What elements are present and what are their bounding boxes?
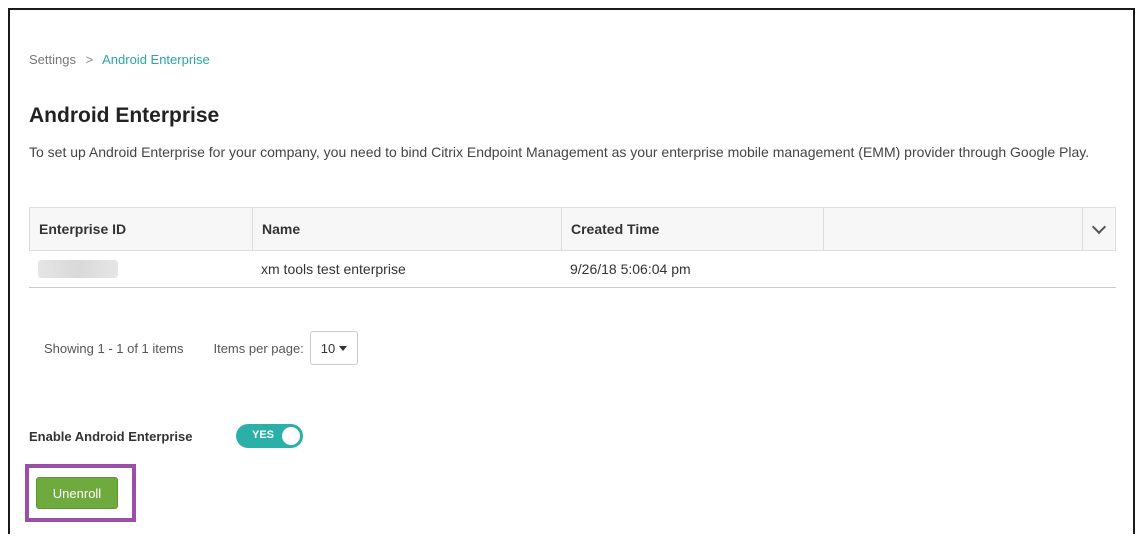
chevron-down-icon (1091, 219, 1107, 235)
table-header: Enterprise ID Name Created Time (29, 207, 1116, 251)
breadcrumb-separator: > (85, 52, 94, 67)
enable-android-enterprise-row: Enable Android Enterprise YES (29, 424, 303, 448)
cell-enterprise-id (29, 260, 252, 279)
column-header-name[interactable]: Name (253, 208, 562, 250)
unenroll-button[interactable]: Unenroll (36, 477, 118, 509)
items-per-page-select[interactable]: 10 (309, 331, 359, 365)
toggle-knob (282, 427, 300, 445)
column-header-enterprise-id[interactable]: Enterprise ID (30, 208, 253, 250)
cell-name: xm tools test enterprise (261, 261, 406, 277)
enterprise-table: Enterprise ID Name Created Time xm tools… (29, 207, 1116, 288)
column-header-empty (824, 208, 1083, 250)
breadcrumb: Settings > Android Enterprise (29, 52, 210, 67)
items-per-page-label: Items per page: (213, 340, 304, 356)
enable-android-enterprise-label: Enable Android Enterprise (29, 428, 193, 444)
pagination-bar: Showing 1 - 1 of 1 items Items per page:… (44, 331, 359, 365)
enable-android-enterprise-toggle[interactable]: YES (236, 424, 303, 448)
toggle-state-text: YES (252, 429, 275, 441)
breadcrumb-settings-link[interactable]: Settings (29, 52, 76, 67)
page-title: Android Enterprise (29, 104, 220, 127)
column-header-created-time[interactable]: Created Time (562, 208, 824, 250)
column-menu-button[interactable] (1083, 208, 1115, 250)
table-row[interactable]: xm tools test enterprise 9/26/18 5:06:04… (29, 251, 1116, 288)
caret-down-icon (339, 345, 348, 351)
cell-created-time: 9/26/18 5:06:04 pm (570, 261, 691, 277)
items-per-page-value: 10 (320, 340, 336, 356)
page-description: To set up Android Enterprise for your co… (29, 144, 1090, 160)
items-count-text: Showing 1 - 1 of 1 items (44, 340, 184, 356)
redacted-enterprise-id (38, 260, 118, 279)
breadcrumb-current[interactable]: Android Enterprise (102, 52, 210, 67)
